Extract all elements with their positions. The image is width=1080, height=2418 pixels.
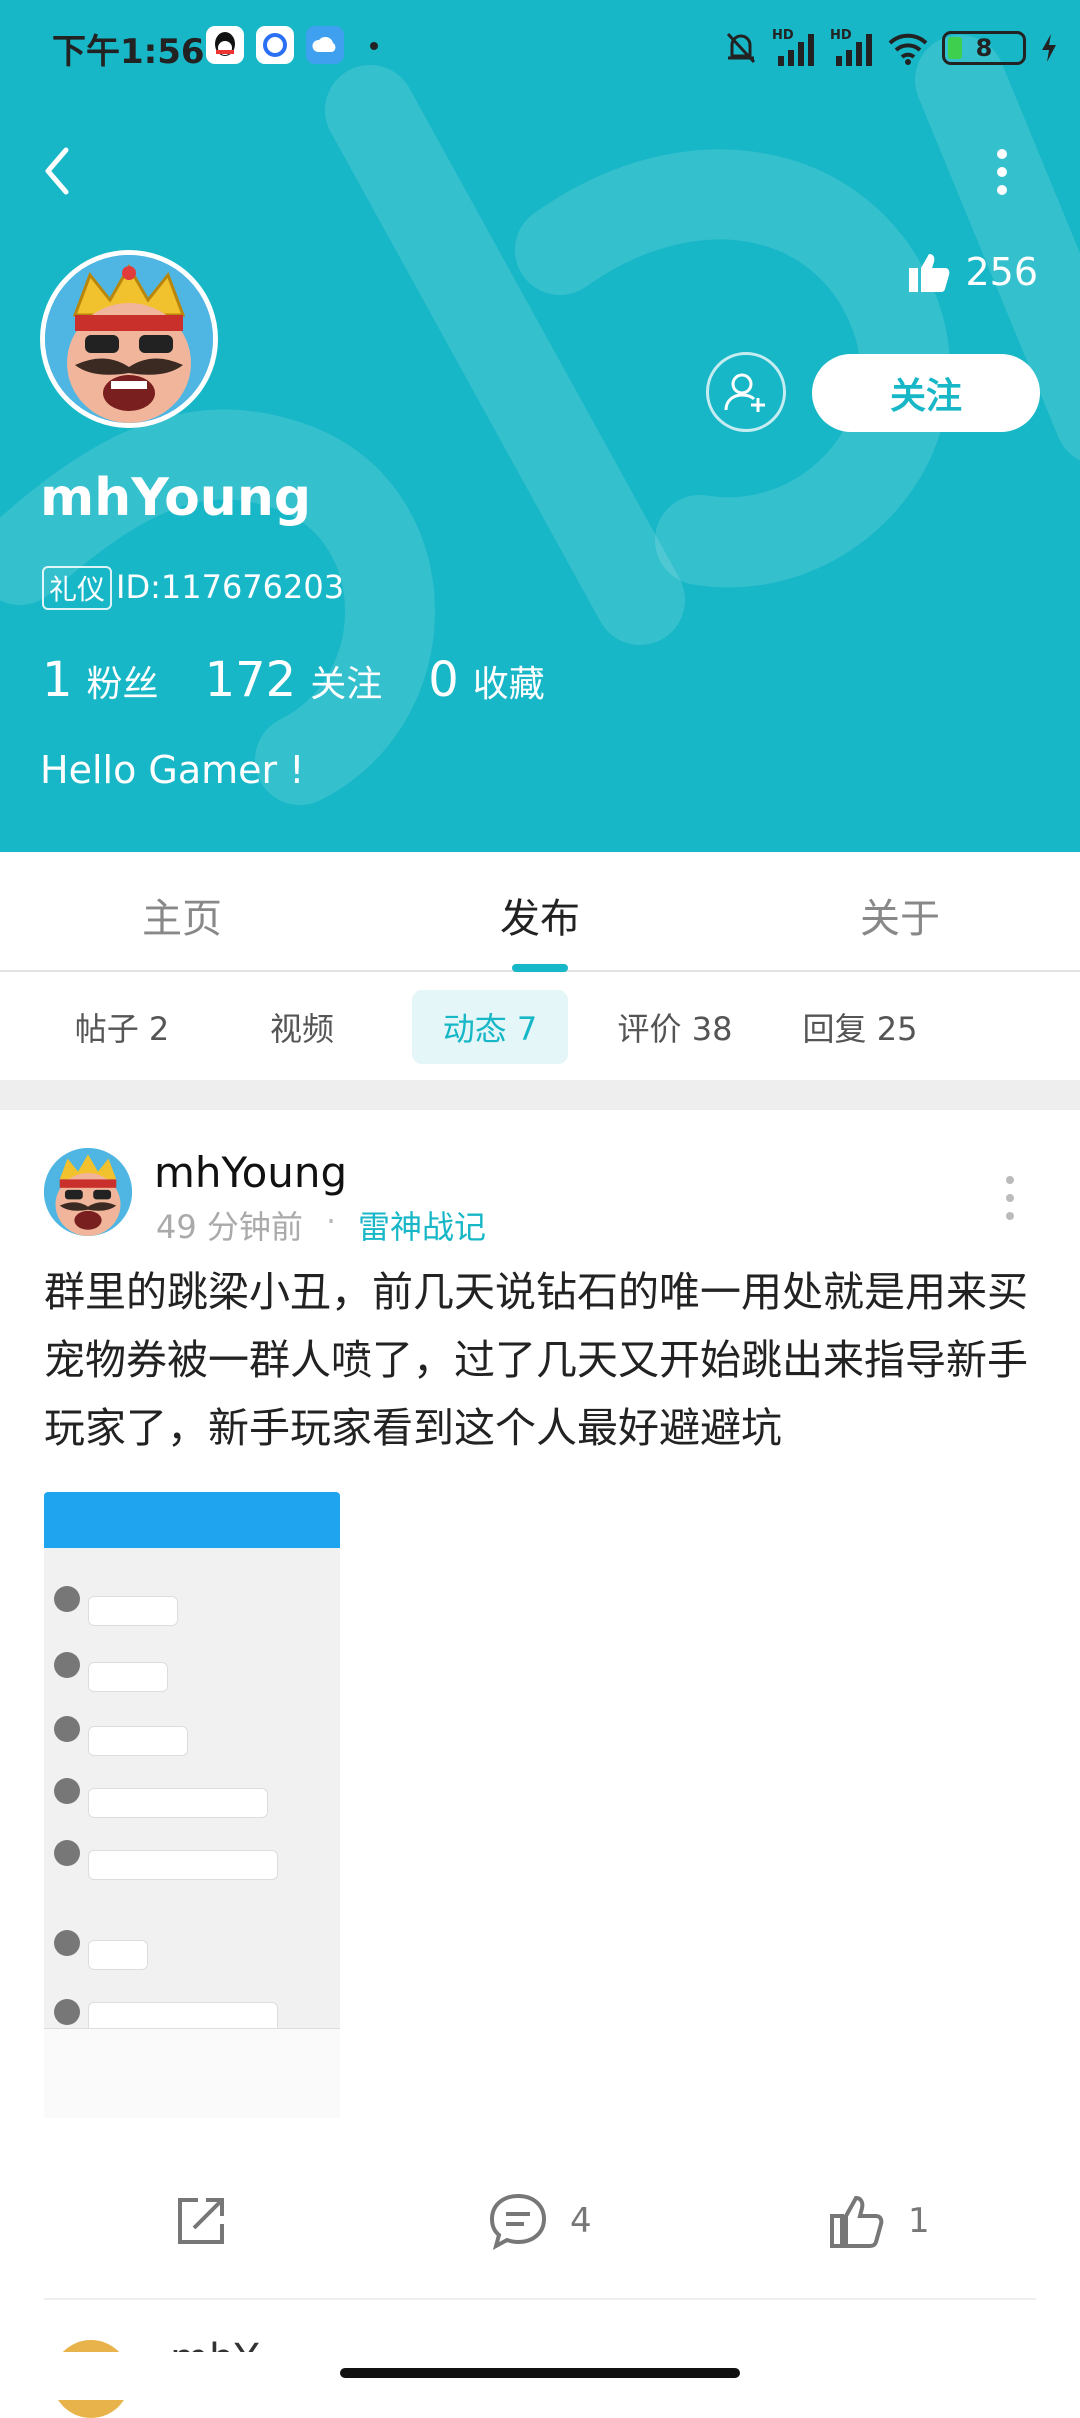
signal-icon-2: HD — [830, 28, 874, 68]
comment-count: 4 — [570, 2201, 592, 2241]
image-chat-row — [54, 1826, 278, 1880]
more-vertical-icon[interactable] — [990, 146, 1014, 198]
sub-tabs: 帖子 2 视频 动态 7 评价 38 回复 25 — [0, 974, 1080, 1080]
image-chat-row — [54, 1702, 188, 1756]
home-indicator[interactable] — [340, 2368, 740, 2378]
thumbs-up-icon — [830, 2195, 884, 2248]
status-bar: 下午1:56 HD HD 8 — [0, 0, 1080, 96]
image-chat-header — [44, 1492, 340, 1548]
fans-label[interactable]: 粉丝 — [87, 655, 159, 707]
subtab-moments[interactable]: 动态 7 — [412, 990, 568, 1064]
profile-username: mhYoung — [40, 468, 312, 528]
profile-likes: 256 — [907, 250, 1038, 294]
share-button[interactable] — [172, 2192, 230, 2250]
profile-bio: Hello Gamer ! — [40, 748, 305, 792]
user-id: ID:117676203 — [116, 568, 345, 606]
subtab-reviews[interactable]: 评价 38 — [600, 990, 750, 1064]
image-chat-row — [54, 1572, 178, 1626]
tab-home[interactable]: 主页 — [142, 886, 222, 944]
wifi-icon — [888, 33, 928, 65]
back-arrow-icon[interactable] — [38, 138, 88, 204]
image-chat-row — [54, 1638, 168, 1692]
status-right-group: HD HD 8 — [724, 24, 1058, 72]
section-gap — [0, 1080, 1080, 1110]
post-separator: · — [326, 1202, 337, 1240]
post-text: 群里的跳梁小丑，前几天说钻石的唯一用处就是用来买宠物券被一群人喷了，过了几天又开… — [44, 1268, 1028, 1452]
comment-button[interactable]: 4 — [488, 2192, 592, 2250]
cloud-app-icon — [306, 26, 344, 64]
share-icon — [178, 2198, 224, 2244]
following-count[interactable]: 172 — [205, 652, 297, 708]
tab-posts[interactable]: 发布 — [500, 886, 580, 944]
profile-header: 下午1:56 HD HD 8 256 关注 mhYoung 礼仪 ID:1176… — [0, 0, 1080, 852]
status-time: 下午1:56 — [52, 32, 205, 72]
post-username[interactable]: mhYoung — [154, 1148, 347, 1197]
image-chat-row — [54, 1916, 148, 1970]
signal-icon-1: HD — [772, 28, 816, 68]
subtab-replies[interactable]: 回复 25 — [790, 990, 930, 1064]
post-avatar[interactable] — [44, 1148, 132, 1236]
profile-avatar[interactable] — [40, 250, 218, 428]
thumbs-up-icon — [909, 254, 950, 292]
favorites-label[interactable]: 收藏 — [473, 655, 545, 707]
profile-stats: 1 粉丝 172 关注 0 收藏 — [42, 652, 591, 708]
likes-count: 256 — [965, 250, 1038, 294]
tab-about[interactable]: 关于 — [860, 886, 940, 944]
notification-dot — [370, 42, 378, 50]
tab-indicator — [512, 964, 568, 972]
add-friend-icon — [724, 373, 765, 412]
post-actions: 4 1 — [0, 2150, 1080, 2290]
post-divider — [44, 2298, 1036, 2300]
like-button[interactable]: 1 — [828, 2192, 930, 2250]
post-more-icon[interactable] — [1004, 1172, 1016, 1224]
follow-button[interactable]: 关注 — [812, 354, 1040, 432]
post-screenshot-image[interactable] — [44, 1492, 340, 2118]
post-time: 49 分钟前 — [156, 1208, 303, 1246]
subtab-threads[interactable]: 帖子 2 — [52, 990, 192, 1064]
fans-count[interactable]: 1 — [42, 652, 73, 708]
following-label[interactable]: 关注 — [310, 655, 382, 707]
like-count: 1 — [908, 2201, 930, 2241]
battery-icon: 8 — [942, 31, 1026, 65]
comment-icon — [489, 2193, 547, 2250]
subtab-videos[interactable]: 视频 — [232, 990, 372, 1064]
add-friend-button[interactable] — [706, 352, 786, 432]
etiquette-badge[interactable]: 礼仪 — [42, 566, 112, 610]
charging-icon — [1042, 34, 1056, 62]
main-tabs: 主页 发布 关于 — [0, 852, 1080, 972]
qq-app-icon — [206, 26, 244, 64]
post-game-link[interactable]: 雷神战记 — [358, 1202, 486, 1248]
image-chat-row — [54, 1764, 268, 1818]
mute-bell-icon — [726, 32, 756, 64]
image-chat-input — [44, 2028, 340, 2118]
browser-app-icon — [256, 26, 294, 64]
favorites-count[interactable]: 0 — [428, 652, 459, 708]
